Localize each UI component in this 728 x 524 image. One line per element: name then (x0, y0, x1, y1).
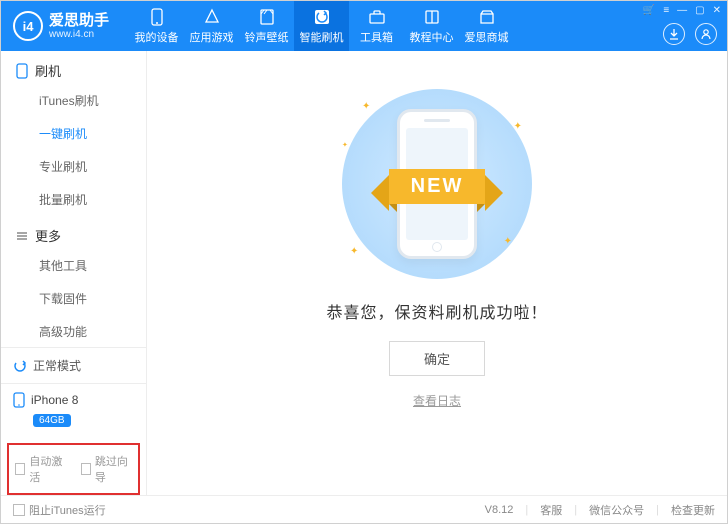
brand-block: 爱思助手 www.i4.cn (49, 13, 109, 40)
checkbox-icon (13, 504, 25, 516)
phone-outline-icon (15, 64, 29, 78)
store-icon (478, 8, 496, 26)
sidebar-section-more: 更多 (1, 216, 146, 249)
nav-label: 智能刷机 (300, 29, 344, 45)
ribbon-text: NEW (389, 169, 486, 204)
more-icon (15, 229, 29, 243)
close-icon[interactable]: ✕ (713, 5, 721, 16)
nav-label: 我的设备 (135, 29, 179, 45)
view-log-link[interactable]: 查看日志 (413, 392, 461, 409)
user-button[interactable] (695, 23, 717, 45)
apps-icon (203, 8, 221, 26)
device-name: iPhone 8 (31, 393, 78, 407)
block-itunes-checkbox[interactable]: 阻止iTunes运行 (13, 502, 106, 518)
nav-my-device[interactable]: 我的设备 (129, 1, 184, 51)
phone-icon (148, 8, 166, 26)
section-title: 更多 (35, 226, 61, 245)
nav-label: 应用游戏 (190, 29, 234, 45)
mode-row[interactable]: 正常模式 (1, 347, 146, 383)
checkbox-icon (81, 463, 91, 475)
skip-wizard-checkbox[interactable]: 跳过向导 (81, 453, 133, 485)
sidebar: 刷机 iTunes刷机 一键刷机 专业刷机 批量刷机 更多 其他工具 下载固件 … (1, 51, 147, 495)
sidebar-section-flash: 刷机 (1, 51, 146, 84)
minimize-icon[interactable]: — (677, 5, 687, 16)
header-right-buttons (663, 23, 717, 45)
new-ribbon: NEW (389, 169, 486, 204)
nav-toolbox[interactable]: 工具箱 (349, 1, 404, 51)
mode-label: 正常模式 (33, 357, 81, 374)
sidebar-item-other-tools[interactable]: 其他工具 (1, 249, 146, 282)
menu-icon[interactable]: ≡ (663, 5, 669, 16)
success-message: 恭喜您，保资料刷机成功啦！ (326, 299, 547, 323)
flash-options-row: 自动激活 跳过向导 (7, 443, 140, 495)
app-logo: i4 (13, 11, 43, 41)
sidebar-item-oneclick-flash[interactable]: 一键刷机 (1, 117, 146, 150)
note-icon (258, 8, 276, 26)
maximize-icon[interactable]: ▢ (695, 5, 704, 16)
toolbox-icon (368, 8, 386, 26)
confirm-button[interactable]: 确定 (389, 341, 485, 376)
device-row[interactable]: iPhone 8 64GB (1, 383, 146, 437)
nav-store[interactable]: 爱思商城 (459, 1, 514, 51)
sidebar-item-pro-flash[interactable]: 专业刷机 (1, 150, 146, 183)
wechat-link[interactable]: 微信公众号 (589, 502, 644, 518)
cart-icon[interactable]: 🛒 (643, 5, 655, 16)
checkbox-label: 跳过向导 (95, 453, 132, 485)
auto-activate-checkbox[interactable]: 自动激活 (15, 453, 67, 485)
window-controls: 🛒 ≡ — ▢ ✕ (643, 5, 721, 16)
checkbox-label: 阻止iTunes运行 (29, 502, 106, 518)
main-content: NEW ✦ ✦ ✦ ✦ ✦ 恭喜您，保资料刷机成功啦！ 确定 查看日志 (147, 51, 727, 495)
nav-label: 工具箱 (360, 29, 393, 45)
flash-icon (313, 8, 331, 26)
refresh-icon (13, 359, 27, 373)
success-illustration: NEW ✦ ✦ ✦ ✦ ✦ (332, 91, 542, 277)
nav-tutorials[interactable]: 教程中心 (404, 1, 459, 51)
app-header: i4 爱思助手 www.i4.cn 我的设备 应用游戏 (1, 1, 727, 51)
top-nav: 我的设备 应用游戏 铃声壁纸 智能刷机 (129, 1, 514, 51)
book-icon (423, 8, 441, 26)
nav-flash[interactable]: 智能刷机 (294, 1, 349, 51)
checkbox-label: 自动激活 (29, 453, 66, 485)
sidebar-item-download-firmware[interactable]: 下载固件 (1, 282, 146, 315)
checkbox-icon (15, 463, 25, 475)
nav-label: 教程中心 (410, 29, 454, 45)
section-title: 刷机 (35, 61, 61, 80)
download-button[interactable] (663, 23, 685, 45)
brand-url: www.i4.cn (49, 30, 109, 40)
nav-ringtones[interactable]: 铃声壁纸 (239, 1, 294, 51)
footer: 阻止iTunes运行 V8.12 | 客服 | 微信公众号 | 检查更新 (1, 495, 727, 523)
support-link[interactable]: 客服 (540, 502, 562, 518)
version-label: V8.12 (485, 504, 514, 516)
sidebar-item-itunes-flash[interactable]: iTunes刷机 (1, 84, 146, 117)
device-icon (13, 392, 25, 408)
sidebar-item-batch-flash[interactable]: 批量刷机 (1, 183, 146, 216)
check-update-link[interactable]: 检查更新 (671, 502, 715, 518)
sidebar-item-advanced[interactable]: 高级功能 (1, 315, 146, 347)
nav-label: 爱思商城 (465, 29, 509, 45)
brand-name: 爱思助手 (49, 13, 109, 28)
nav-label: 铃声壁纸 (245, 29, 289, 45)
nav-apps[interactable]: 应用游戏 (184, 1, 239, 51)
device-capacity-badge: 64GB (33, 414, 71, 427)
